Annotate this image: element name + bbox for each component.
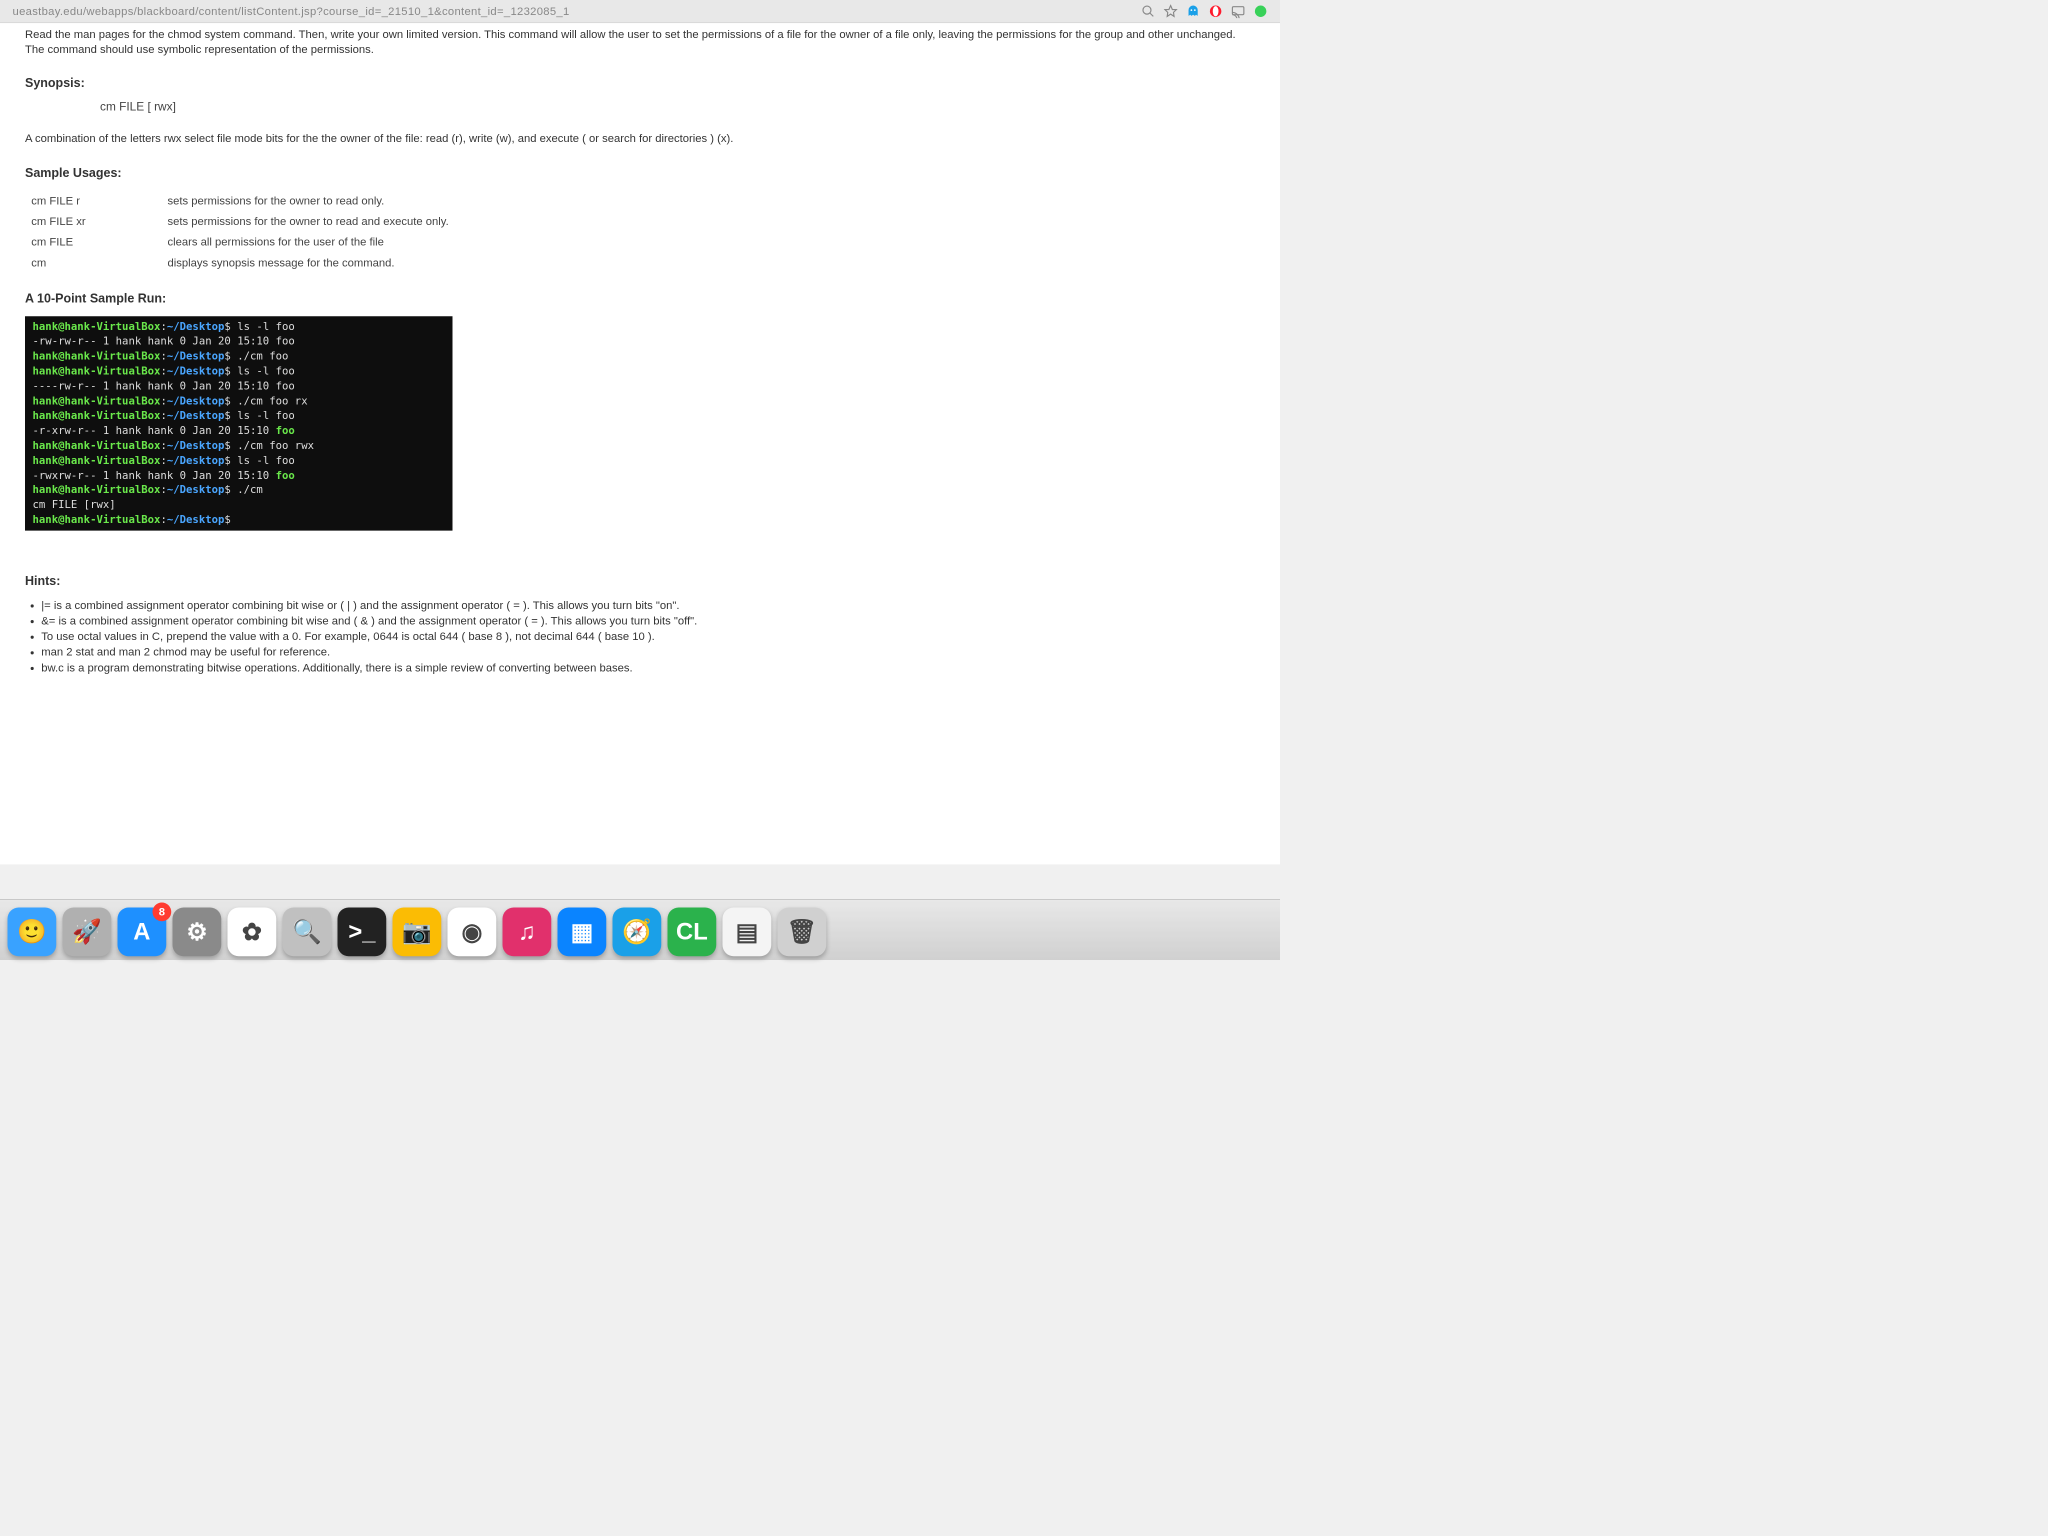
terminal-output: hank@hank-VirtualBox:~/Desktop$ ls -l fo… [25, 316, 453, 530]
table-row: cm FILE xrsets permissions for the owner… [25, 211, 466, 232]
table-row: cmdisplays synopsis message for the comm… [25, 252, 466, 273]
browser-url-bar: ueastbay.edu/webapps/blackboard/content/… [0, 0, 1280, 23]
macos-dock: 🙂🚀A8⚙✿🔍>_📷◉♫▦🧭CL▤🗑 [0, 899, 1280, 960]
dock-app-launchpad[interactable]: 🚀 [63, 908, 112, 957]
dock-app-finder[interactable]: 🙂 [8, 908, 57, 957]
intro-text: Read the man pages for the chmod system … [25, 27, 1255, 57]
list-item: &= is a combined assignment operator com… [41, 614, 1255, 627]
search-icon[interactable] [1141, 4, 1155, 18]
dock-app-chrome[interactable]: ◉ [448, 908, 497, 957]
dock-app-safari[interactable]: 🧭 [613, 908, 662, 957]
synopsis-command: cm FILE [ rwx] [100, 100, 1255, 114]
usage-table: cm FILE rsets permissions for the owner … [25, 190, 466, 273]
page-content: Read the man pages for the chmod system … [0, 23, 1280, 864]
dock-app-photos[interactable]: ✿ [228, 908, 277, 957]
dock-app-spotlight[interactable]: 🔍 [283, 908, 332, 957]
list-item: To use octal values in C, prepend the va… [41, 630, 1255, 643]
dock-app-itunes[interactable]: ♫ [503, 908, 552, 957]
dock-app-scanner[interactable]: ▤ [723, 908, 772, 957]
dock-app-appstore[interactable]: A8 [118, 908, 167, 957]
sample-run-heading: A 10-Point Sample Run: [25, 292, 1255, 306]
dock-app-clion[interactable]: CL [668, 908, 717, 957]
chat-icon[interactable] [1254, 4, 1268, 18]
sample-usages-heading: Sample Usages: [25, 166, 1255, 180]
hints-list: |= is a combined assignment operator com… [25, 599, 1255, 675]
list-item: man 2 stat and man 2 chmod may be useful… [41, 645, 1255, 658]
url-text: ueastbay.edu/webapps/blackboard/content/… [13, 5, 1142, 18]
list-item: bw.c is a program demonstrating bitwise … [41, 661, 1255, 674]
star-icon[interactable] [1164, 4, 1178, 18]
dock-app-settings[interactable]: ⚙ [173, 908, 222, 957]
hints-heading: Hints: [25, 574, 1255, 588]
combo-description: A combination of the letters rwx select … [25, 132, 1255, 145]
dock-app-terminal[interactable]: >_ [338, 908, 387, 957]
list-item: |= is a combined assignment operator com… [41, 599, 1255, 612]
dock-app-keynote[interactable]: ▦ [558, 908, 607, 957]
dock-badge: 8 [153, 903, 172, 922]
opera-icon[interactable] [1209, 4, 1223, 18]
browser-toolbar-icons [1141, 4, 1267, 18]
cast-icon[interactable] [1231, 4, 1245, 18]
synopsis-heading: Synopsis: [25, 76, 1255, 90]
ghost-extension-icon[interactable] [1186, 4, 1200, 18]
dock-app-camera[interactable]: 📷 [393, 908, 442, 957]
dock-app-trash[interactable]: 🗑 [778, 908, 827, 957]
table-row: cm FILE rsets permissions for the owner … [25, 190, 466, 211]
table-row: cm FILEclears all permissions for the us… [25, 232, 466, 253]
